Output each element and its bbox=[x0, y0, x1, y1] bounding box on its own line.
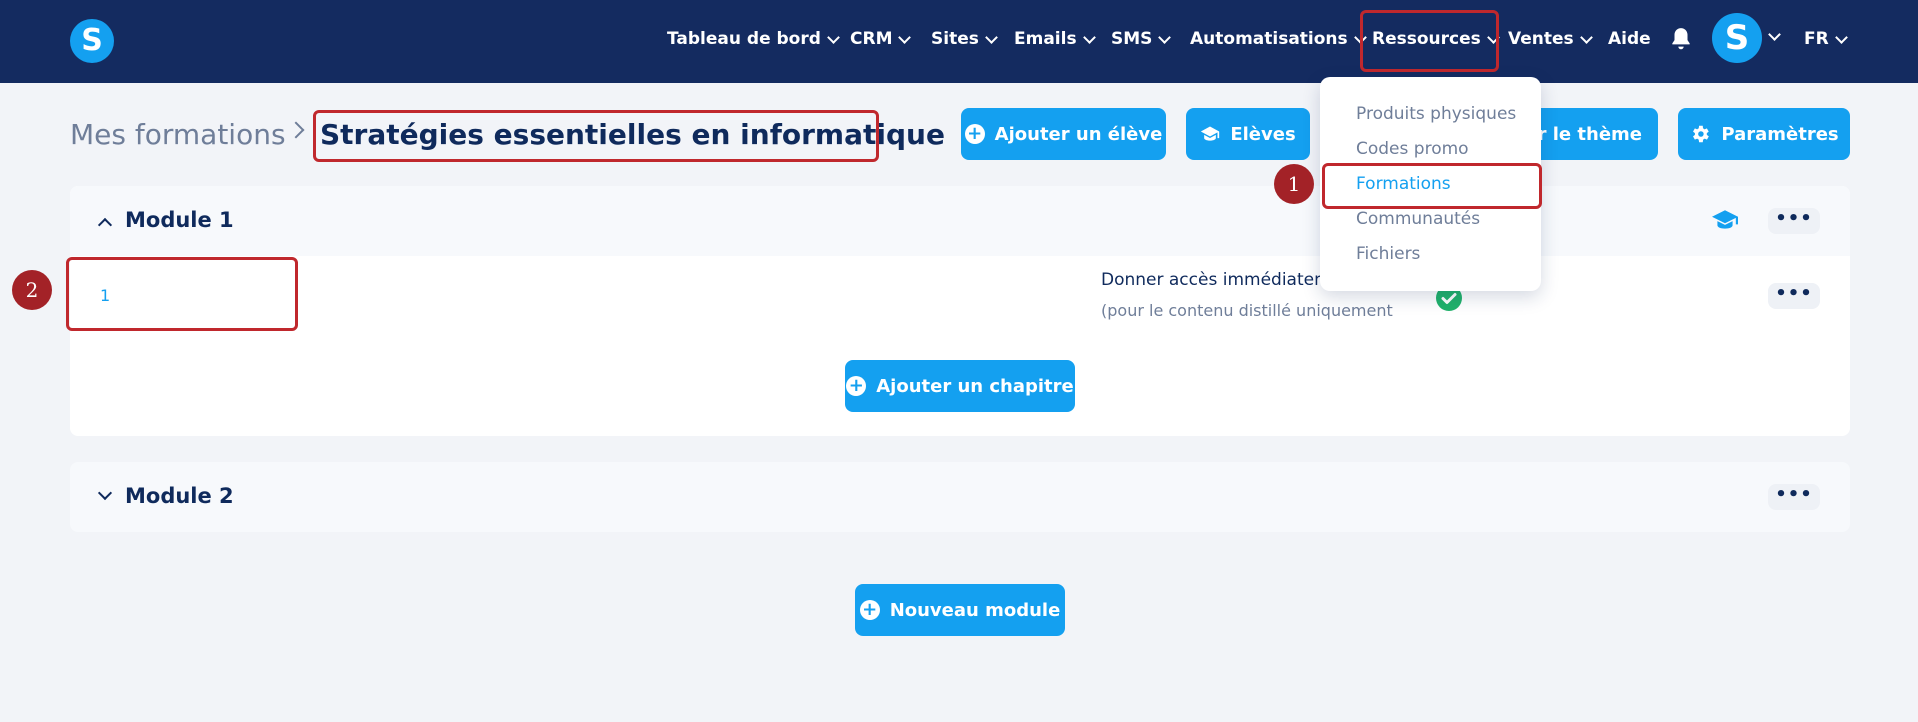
nav-item-label: Sites bbox=[931, 29, 979, 49]
module-title: Module 1 bbox=[125, 208, 234, 232]
nav-item-sites[interactable]: Sites bbox=[931, 26, 998, 52]
nav-item-sms[interactable]: SMS bbox=[1111, 26, 1172, 52]
graduation-cap-icon[interactable] bbox=[1712, 209, 1738, 231]
nav-item-label: Ventes bbox=[1508, 29, 1574, 49]
plus-circle-icon: + bbox=[859, 600, 880, 620]
more-options-icon[interactable]: ••• bbox=[1768, 283, 1820, 309]
more-options-icon[interactable]: ••• bbox=[1768, 208, 1820, 234]
nav-item-label: CRM bbox=[850, 29, 893, 49]
new-module-button[interactable]: + Nouveau module bbox=[855, 584, 1065, 636]
add-chapter-button[interactable]: + Ajouter un chapitre bbox=[845, 360, 1075, 412]
add-student-button[interactable]: + Ajouter un élève bbox=[961, 108, 1166, 160]
chevron-down-icon bbox=[984, 30, 998, 44]
nav-item-label: SMS bbox=[1111, 29, 1153, 49]
access-toggle-note: (pour le contenu distillé uniquement bbox=[1101, 301, 1393, 320]
menu-item-communautes[interactable]: Communautés bbox=[1356, 209, 1480, 229]
chevron-down-icon[interactable] bbox=[97, 485, 113, 501]
step-marker-2: 2 bbox=[12, 270, 52, 310]
chevron-down-icon bbox=[898, 30, 912, 44]
nav-item-label: Automatisations bbox=[1190, 29, 1348, 49]
chevron-down-icon bbox=[1834, 30, 1848, 44]
breadcrumb-parent[interactable]: Mes formations bbox=[70, 118, 286, 151]
chevron-down-icon bbox=[1082, 30, 1096, 44]
access-toggle-label: Donner accès immédiatem bbox=[1101, 270, 1331, 290]
nav-item-automatisations[interactable]: Automatisations bbox=[1190, 26, 1367, 52]
nav-item-crm[interactable]: CRM bbox=[850, 26, 912, 52]
module-card: Module 1 ••• ••• + Ajouter un chapitre bbox=[70, 186, 1850, 436]
language-label: FR bbox=[1804, 29, 1829, 49]
highlight-ressources bbox=[1360, 10, 1499, 72]
logo-letter: S bbox=[81, 23, 103, 58]
breadcrumb-separator-icon bbox=[287, 121, 305, 139]
button-label: Paramètres bbox=[1721, 123, 1839, 145]
chevron-down-icon bbox=[827, 30, 840, 44]
chevron-down-icon bbox=[1579, 30, 1593, 44]
nav-item-label: Tableau de bord bbox=[667, 29, 821, 49]
nav-item-label: Aide bbox=[1608, 29, 1651, 49]
nav-item-emails[interactable]: Emails bbox=[1014, 26, 1096, 52]
button-label: Elèves bbox=[1230, 123, 1296, 145]
more-options-icon[interactable]: ••• bbox=[1768, 484, 1820, 510]
nav-item-tableau-de-bord[interactable]: Tableau de bord bbox=[667, 26, 840, 52]
button-label: Nouveau module bbox=[889, 599, 1061, 621]
module-header[interactable]: Module 1 ••• bbox=[70, 186, 1850, 256]
settings-button[interactable]: Paramètres bbox=[1678, 108, 1850, 160]
chevron-down-icon bbox=[1158, 30, 1172, 44]
module-card[interactable]: Module 2 ••• bbox=[70, 462, 1850, 532]
highlight-formations bbox=[1322, 163, 1542, 209]
menu-item-fichiers[interactable]: Fichiers bbox=[1356, 244, 1420, 264]
plus-circle-icon: + bbox=[964, 124, 985, 144]
menu-item-produits-physiques[interactable]: Produits physiques bbox=[1356, 104, 1516, 124]
students-button[interactable]: Elèves bbox=[1186, 108, 1310, 160]
graduation-cap-icon bbox=[1201, 126, 1220, 141]
button-label: Ajouter un chapitre bbox=[876, 375, 1074, 397]
chevron-up-icon[interactable] bbox=[97, 217, 113, 233]
top-navbar: S Tableau de bord CRM Sites Emails SMS A… bbox=[0, 0, 1918, 83]
user-avatar[interactable]: S bbox=[1712, 13, 1762, 63]
language-selector[interactable]: FR bbox=[1804, 26, 1848, 52]
highlight-chapter bbox=[66, 257, 298, 331]
step-marker-1: 1 bbox=[1274, 164, 1314, 204]
nav-item-ventes[interactable]: Ventes bbox=[1508, 26, 1593, 52]
chevron-down-icon[interactable] bbox=[1768, 28, 1781, 41]
notification-bell-icon[interactable] bbox=[1668, 26, 1694, 52]
nav-item-aide[interactable]: Aide bbox=[1608, 26, 1651, 52]
nav-item-label: Emails bbox=[1014, 29, 1077, 49]
menu-item-codes-promo[interactable]: Codes promo bbox=[1356, 139, 1469, 159]
avatar-letter: S bbox=[1724, 18, 1750, 58]
plus-circle-icon: + bbox=[846, 376, 867, 396]
gear-icon bbox=[1693, 125, 1710, 143]
app-logo[interactable]: S bbox=[70, 19, 114, 63]
highlight-page-title bbox=[313, 110, 879, 162]
button-label: Ajouter un élève bbox=[994, 123, 1163, 145]
module-title: Module 2 bbox=[125, 484, 234, 508]
